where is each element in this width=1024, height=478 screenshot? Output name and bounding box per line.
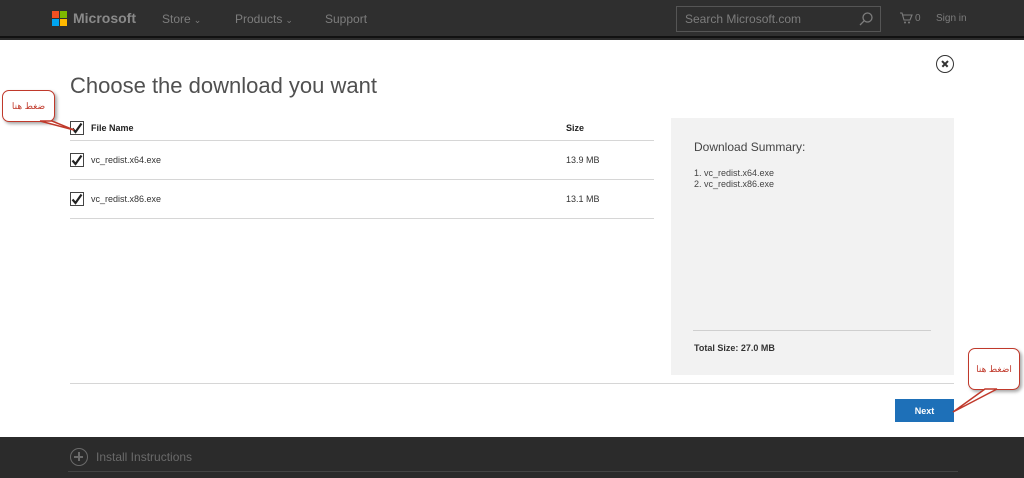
cart-count: 0 <box>915 12 921 24</box>
summary-title: Download Summary: <box>694 140 806 154</box>
file-name: vc_redist.x86.exe <box>91 194 162 204</box>
dialog-title: Choose the download you want <box>70 73 377 98</box>
column-header-size: Size <box>566 123 585 133</box>
nav-products[interactable]: Products ⌄ <box>235 12 293 26</box>
close-icon[interactable] <box>936 55 954 73</box>
nav-store[interactable]: Store ⌄ <box>162 12 201 26</box>
table-row: vc_redist.x64.exe 13.9 MB <box>70 141 654 180</box>
chevron-down-icon: ⌄ <box>285 15 293 25</box>
search-icon[interactable] <box>858 11 874 27</box>
file-name: vc_redist.x64.exe <box>91 155 162 165</box>
divider <box>68 471 958 472</box>
summary-list: 1. vc_redist.x64.exe 2. vc_redist.x86.ex… <box>694 168 774 190</box>
table-row: vc_redist.x86.exe 13.1 MB <box>70 180 654 219</box>
microsoft-logo[interactable]: Microsoft <box>52 10 136 26</box>
total-size: Total Size: 27.0 MB <box>694 343 775 353</box>
file-checkbox-x64[interactable] <box>70 153 84 167</box>
windows-logo-icon <box>52 10 67 26</box>
summary-item: 1. vc_redist.x64.exe <box>694 168 775 178</box>
checkmark-icon <box>71 122 83 134</box>
file-size: 13.9 MB <box>566 155 600 165</box>
table-header-row: File Name Size <box>70 116 654 141</box>
divider <box>70 383 954 384</box>
next-button[interactable]: Next <box>895 399 954 422</box>
checkmark-icon <box>71 154 83 166</box>
file-checkbox-x86[interactable] <box>70 192 84 206</box>
file-size: 13.1 MB <box>566 194 600 204</box>
nav-support[interactable]: Support <box>325 12 367 26</box>
file-table: File Name Size vc_redist.x64.exe 13.9 MB… <box>70 116 654 219</box>
column-header-file-name: File Name <box>91 123 134 133</box>
plus-circle-icon <box>70 448 88 466</box>
download-dialog: Choose the download you want File Name S… <box>0 40 1024 437</box>
search-box <box>676 6 881 32</box>
annotation-callout: اضغط هنا <box>968 348 1020 390</box>
search-input[interactable] <box>677 7 847 31</box>
chevron-down-icon: ⌄ <box>193 15 202 25</box>
cart-link[interactable]: 0 <box>899 12 921 24</box>
summary-item: 2. vc_redist.x86.exe <box>694 179 775 189</box>
install-instructions-toggle[interactable]: Install Instructions <box>70 448 192 466</box>
page-below-dialog: Install Instructions <box>0 437 1024 478</box>
annotation-callout: ضغط هنا <box>2 90 55 122</box>
select-all-checkbox[interactable] <box>70 121 84 135</box>
brand-name: Microsoft <box>73 10 136 26</box>
download-summary-panel: Download Summary: 1. vc_redist.x64.exe 2… <box>671 118 954 375</box>
install-instructions-label: Install Instructions <box>96 450 193 464</box>
cart-icon <box>900 12 913 24</box>
divider <box>693 330 931 331</box>
site-header: Microsoft Store⌄ Products⌄ Support 0 Sig… <box>0 0 1024 38</box>
checkmark-icon <box>71 193 83 205</box>
sign-in-link[interactable]: Sign in <box>936 13 967 24</box>
